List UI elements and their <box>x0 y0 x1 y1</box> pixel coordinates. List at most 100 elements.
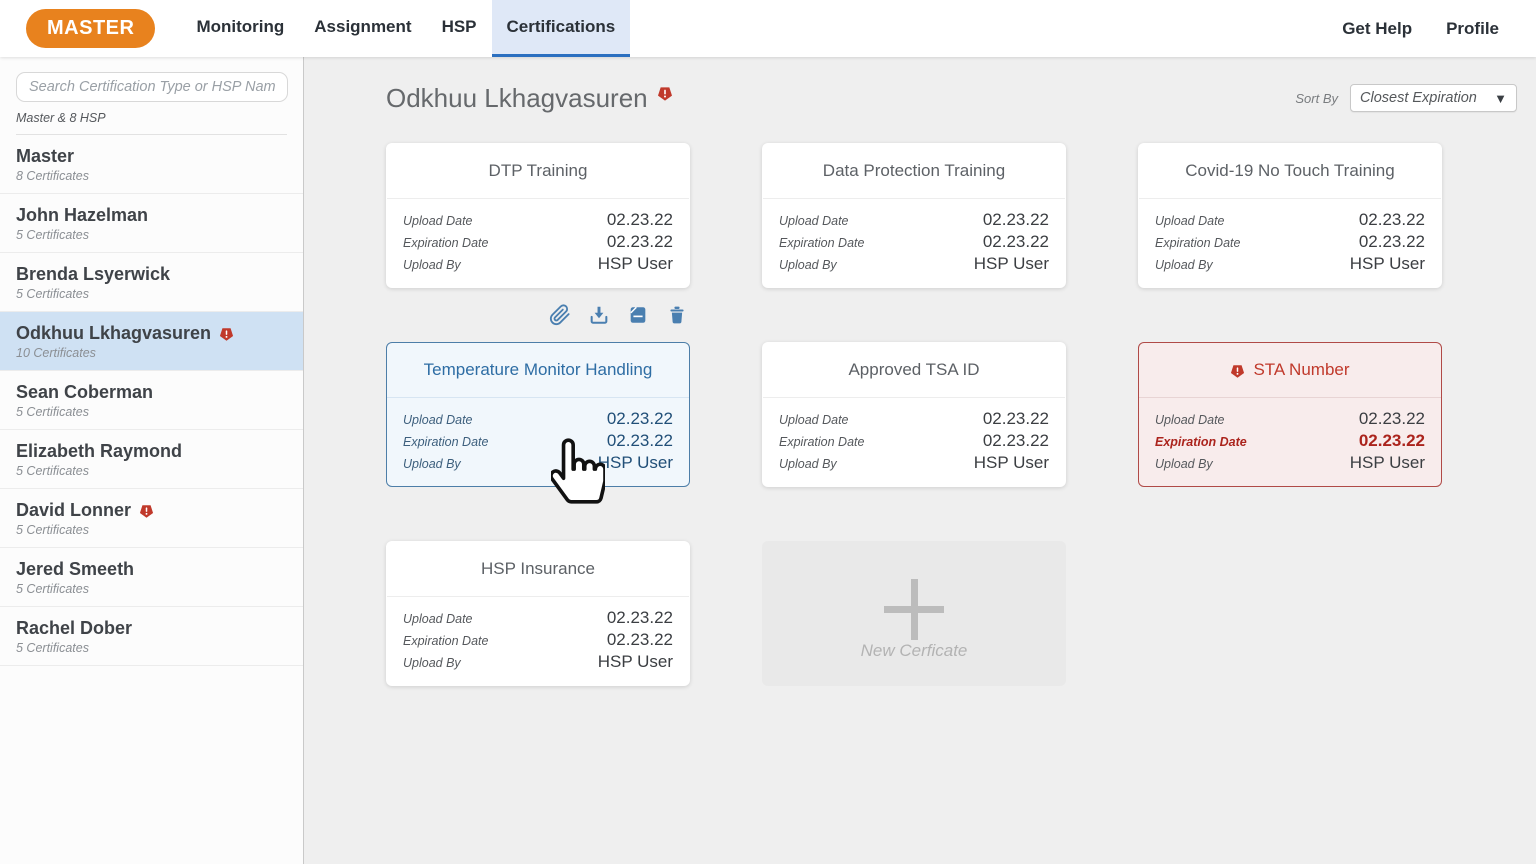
alert-icon <box>1230 363 1245 378</box>
certificate-file-icon[interactable] <box>627 304 649 326</box>
certificate-card-approved-tsa-id[interactable]: Approved TSA ID Upload Date02.23.22 Expi… <box>762 342 1066 487</box>
hsp-name: Rachel Dober <box>16 617 132 639</box>
expiration-date-row: Expiration Date02.23.22 <box>779 431 1049 453</box>
sidebar-item-sean-coberman[interactable]: Sean Coberman 5 Certificates <box>0 371 303 430</box>
certificate-count: 5 Certificates <box>16 582 287 597</box>
certificate-card-hsp-insurance[interactable]: HSP Insurance Upload Date02.23.22 Expira… <box>386 541 690 686</box>
upload-by-row: Upload ByHSP User <box>1155 453 1425 475</box>
sidebar-item-john-hazelman[interactable]: John Hazelman 5 Certificates <box>0 194 303 253</box>
upload-date-row: Upload Date02.23.22 <box>1155 210 1425 232</box>
expiration-date-row: Expiration Date02.23.22 <box>1155 232 1425 254</box>
upload-by-row: Upload ByHSP User <box>403 254 673 276</box>
alert-icon <box>219 326 234 341</box>
card-title: Covid-19 No Touch Training <box>1139 144 1441 199</box>
card-title: HSP Insurance <box>387 542 689 597</box>
hsp-name: John Hazelman <box>16 204 148 226</box>
certificate-count: 5 Certificates <box>16 287 287 302</box>
card-title: DTP Training <box>387 144 689 199</box>
expiration-date-row: Expiration Date02.23.22 <box>1155 431 1425 453</box>
card-cell: Temperature Monitor Handling Upload Date… <box>386 342 690 487</box>
search-input[interactable] <box>16 72 288 102</box>
hsp-name: Elizabeth Raymond <box>16 440 182 462</box>
sidebar-item-odkhuu-lkhagvasuren[interactable]: Odkhuu Lkhagvasuren 10 Certificates <box>0 312 303 371</box>
hsp-name: Brenda Lsyerwick <box>16 263 170 285</box>
upload-date-row: Upload Date02.23.22 <box>779 210 1049 232</box>
new-certificate-button[interactable]: New Cerficate <box>762 541 1066 686</box>
certificate-count: 8 Certificates <box>16 169 287 184</box>
tab-assignment[interactable]: Assignment <box>299 0 426 57</box>
new-certificate-label: New Cerficate <box>762 641 1066 661</box>
page-title: Odkhuu Lkhagvasuren <box>386 83 673 113</box>
certificate-card-dtp-training[interactable]: DTP Training Upload Date02.23.22 Expirat… <box>386 143 690 288</box>
upload-date-row: Upload Date02.23.22 <box>1155 409 1425 431</box>
certificate-card-sta-number[interactable]: STA Number Upload Date02.23.22 Expiratio… <box>1138 342 1442 487</box>
hsp-name: Sean Coberman <box>16 381 153 403</box>
sort-by-dropdown[interactable]: Closest Expiration ▼ <box>1350 84 1517 112</box>
top-navbar: MASTER Monitoring Assignment HSP Certifi… <box>0 0 1536 57</box>
card-toolbar <box>549 304 688 326</box>
certificate-count: 5 Certificates <box>16 464 287 479</box>
card-title: Temperature Monitor Handling <box>387 343 689 398</box>
expiration-date-row: Expiration Date02.23.22 <box>403 431 673 453</box>
upload-date-row: Upload Date02.23.22 <box>403 608 673 630</box>
selected-hsp-name: Odkhuu Lkhagvasuren <box>386 83 648 113</box>
upload-by-row: Upload ByHSP User <box>1155 254 1425 276</box>
nav-tabs: Monitoring Assignment HSP Certifications <box>181 0 630 57</box>
hsp-name: Master <box>16 145 74 167</box>
certificates-grid: DTP Training Upload Date02.23.22 Expirat… <box>386 143 1536 686</box>
master-logo: MASTER <box>26 9 155 48</box>
card-cell: Approved TSA ID Upload Date02.23.22 Expi… <box>762 342 1066 487</box>
card-cell: Data Protection Training Upload Date02.2… <box>762 143 1066 288</box>
tab-monitoring[interactable]: Monitoring <box>181 0 299 57</box>
alert-icon <box>139 503 154 518</box>
expiration-date-row: Expiration Date02.23.22 <box>779 232 1049 254</box>
upload-by-row: Upload ByHSP User <box>403 652 673 674</box>
card-title: STA Number <box>1253 360 1349 380</box>
upload-by-row: Upload ByHSP User <box>779 254 1049 276</box>
hsp-name: Odkhuu Lkhagvasuren <box>16 322 211 344</box>
sort-by-label: Sort By <box>1295 91 1338 106</box>
certificate-card-data-protection-training[interactable]: Data Protection Training Upload Date02.2… <box>762 143 1066 288</box>
upload-date-row: Upload Date02.23.22 <box>403 409 673 431</box>
nav-right: Get Help Profile <box>1342 0 1499 57</box>
tab-certifications[interactable]: Certifications <box>492 0 631 57</box>
sidebar-item-david-lonner[interactable]: David Lonner 5 Certificates <box>0 489 303 548</box>
upload-date-row: Upload Date02.23.22 <box>779 409 1049 431</box>
certificate-count: 5 Certificates <box>16 641 287 656</box>
card-title: Data Protection Training <box>763 144 1065 199</box>
chevron-down-icon: ▼ <box>1494 91 1507 106</box>
certificate-card-covid19-no-touch-training[interactable]: Covid-19 No Touch Training Upload Date02… <box>1138 143 1442 288</box>
certificate-card-temperature-monitor-handling[interactable]: Temperature Monitor Handling Upload Date… <box>386 342 690 487</box>
plus-icon <box>911 579 918 640</box>
upload-date-row: Upload Date02.23.22 <box>403 210 673 232</box>
tab-hsp[interactable]: HSP <box>427 0 492 57</box>
upload-by-row: Upload ByHSP User <box>779 453 1049 475</box>
sidebar-item-jered-smeeth[interactable]: Jered Smeeth 5 Certificates <box>0 548 303 607</box>
certificate-count: 10 Certificates <box>16 346 287 361</box>
expiration-date-row: Expiration Date02.23.22 <box>403 630 673 652</box>
card-title: Approved TSA ID <box>763 343 1065 398</box>
download-icon[interactable] <box>588 304 610 326</box>
main-header: Odkhuu Lkhagvasuren Sort By Closest Expi… <box>304 57 1536 113</box>
sidebar-item-master[interactable]: Master 8 Certificates <box>0 135 303 194</box>
card-cell: HSP Insurance Upload Date02.23.22 Expira… <box>386 541 690 686</box>
sort-controls: Sort By Closest Expiration ▼ <box>1295 84 1517 112</box>
card-cell: STA Number Upload Date02.23.22 Expiratio… <box>1138 342 1442 487</box>
profile-link[interactable]: Profile <box>1446 19 1499 39</box>
card-cell: DTP Training Upload Date02.23.22 Expirat… <box>386 143 690 288</box>
hsp-sidebar: Master & 8 HSP Master 8 Certificates Joh… <box>0 57 304 864</box>
upload-by-row: Upload ByHSP User <box>403 453 673 475</box>
paperclip-icon[interactable] <box>549 304 571 326</box>
certificate-count: 5 Certificates <box>16 405 287 420</box>
card-cell: Covid-19 No Touch Training Upload Date02… <box>1138 143 1442 288</box>
sidebar-item-elizabeth-raymond[interactable]: Elizabeth Raymond 5 Certificates <box>0 430 303 489</box>
alert-icon <box>657 85 673 101</box>
sidebar-item-brenda-lsyerwick[interactable]: Brenda Lsyerwick 5 Certificates <box>0 253 303 312</box>
get-help-link[interactable]: Get Help <box>1342 19 1412 39</box>
sidebar-item-rachel-dober[interactable]: Rachel Dober 5 Certificates <box>0 607 303 666</box>
expiration-date-row: Expiration Date02.23.22 <box>403 232 673 254</box>
card-cell: New Cerficate <box>762 541 1066 686</box>
certificate-count: 5 Certificates <box>16 523 287 538</box>
trash-icon[interactable] <box>666 304 688 326</box>
sort-value: Closest Expiration <box>1360 90 1477 106</box>
